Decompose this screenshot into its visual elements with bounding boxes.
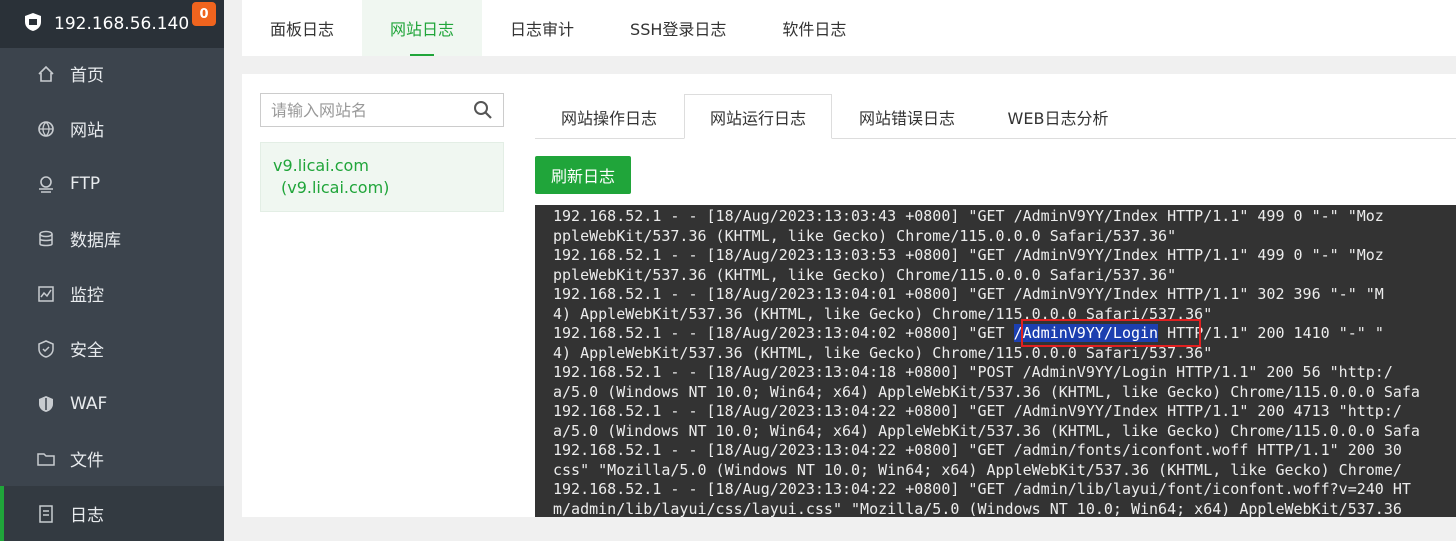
tab-ssh-login-log[interactable]: SSH登录日志 [602, 0, 754, 56]
website-log-subtabs: 网站操作日志 网站运行日志 网站错误日志 WEB日志分析 [535, 94, 1456, 139]
log-line: 192.168.52.1 - - [18/Aug/2023:13:04:22 +… [553, 480, 1411, 498]
search-icon[interactable] [473, 100, 493, 120]
waf-shield-icon [36, 394, 56, 414]
tab-software-log[interactable]: 软件日志 [754, 0, 874, 56]
log-line: 192.168.52.1 - - [18/Aug/2023:13:03:53 +… [553, 246, 1384, 264]
log-line: ppleWebKit/537.36 (KHTML, like Gecko) Ch… [553, 226, 1177, 245]
tab-web-log-analysis[interactable]: WEB日志分析 [983, 94, 1133, 139]
log-text: HTTP/1.1" 200 1410 "-" " [1158, 324, 1384, 342]
site-list-item[interactable]: v9.licai.com (v9.licai.com) [260, 142, 504, 212]
database-icon [36, 229, 56, 249]
log-line: ppleWebKit/537.36 (KHTML, like Gecko) Ch… [553, 265, 1177, 284]
tab-site-run-log[interactable]: 网站运行日志 [684, 94, 832, 139]
sidebar-item-files[interactable]: 文件 [0, 431, 224, 486]
notification-badge[interactable]: 0 [192, 2, 216, 26]
log-line: 192.168.52.1 - - [18/Aug/2023:13:04:22 +… [553, 402, 1402, 420]
sidebar-item-label: 安全 [70, 341, 104, 361]
sidebar-header: 192.168.56.140 0 [0, 0, 224, 48]
monitor-icon [36, 284, 56, 304]
sidebar-item-ftp[interactable]: FTP [0, 156, 224, 211]
log-icon [36, 504, 56, 524]
refresh-log-button[interactable]: 刷新日志 [535, 156, 631, 194]
sidebar-item-website[interactable]: 网站 [0, 101, 224, 156]
site-alias: (v9.licai.com) [281, 178, 390, 197]
highlighted-path: /AdminV9YY/Login [1013, 324, 1159, 342]
sidebar-item-label: 网站 [70, 121, 104, 141]
log-text: 192.168.52.1 - - [18/Aug/2023:13:04:02 +… [553, 324, 1014, 342]
log-line: 192.168.52.1 - - [18/Aug/2023:13:04:18 +… [553, 363, 1393, 381]
folder-icon [36, 449, 56, 469]
server-logo-icon [22, 11, 44, 37]
log-line: m/admin/lib/layui/css/layui.css" "Mozill… [553, 499, 1402, 518]
log-line: 192.168.52.1 - - [18/Aug/2023:13:04:22 +… [553, 441, 1402, 459]
sidebar-item-monitor[interactable]: 监控 [0, 266, 224, 321]
sidebar: 192.168.56.140 0 首页 网站 FTP 数据库 监控 安全 WAF… [0, 0, 224, 541]
log-line: 192.168.52.1 - - [18/Aug/2023:13:03:43 +… [553, 207, 1384, 225]
globe-icon [36, 119, 56, 139]
site-search [260, 93, 504, 127]
sidebar-item-waf[interactable]: WAF [0, 376, 224, 431]
server-host: 192.168.56.140 [54, 14, 190, 34]
sidebar-item-logs[interactable]: 日志 [0, 486, 224, 541]
log-line: css" "Mozilla/5.0 (Windows NT 10.0; Win6… [553, 460, 1402, 479]
log-line: a/5.0 (Windows NT 10.0; Win64; x64) Appl… [553, 421, 1420, 440]
log-line: 192.168.52.1 - - [18/Aug/2023:13:04:02 +… [553, 324, 1456, 344]
sidebar-item-label: 数据库 [70, 231, 121, 251]
sidebar-item-label: 文件 [70, 451, 104, 471]
log-output[interactable]: 192.168.52.1 - - [18/Aug/2023:13:03:43 +… [535, 205, 1456, 517]
sidebar-item-label: 日志 [70, 506, 104, 526]
sidebar-item-label: 监控 [70, 286, 104, 306]
sidebar-item-label: FTP [70, 173, 101, 194]
log-line: a/5.0 (Windows NT 10.0; Win64; x64) Appl… [553, 382, 1420, 401]
log-line: 4) AppleWebKit/537.36 (KHTML, like Gecko… [553, 304, 1213, 323]
tab-site-error-log[interactable]: 网站错误日志 [833, 94, 981, 139]
tab-site-operation-log[interactable]: 网站操作日志 [535, 94, 683, 139]
log-category-tabs: 面板日志 网站日志 日志审计 SSH登录日志 软件日志 [242, 0, 1456, 56]
content-panel: v9.licai.com (v9.licai.com) 网站操作日志 网站运行日… [242, 74, 1456, 517]
sidebar-item-home[interactable]: 首页 [0, 46, 224, 101]
site-name: v9.licai.com [273, 156, 369, 175]
ftp-icon [36, 174, 56, 194]
site-search-input[interactable] [261, 94, 481, 126]
tab-panel-log[interactable]: 面板日志 [242, 0, 362, 56]
tab-website-log[interactable]: 网站日志 [362, 0, 483, 56]
sidebar-item-label: 首页 [70, 66, 104, 86]
tab-log-audit[interactable]: 日志审计 [482, 0, 602, 56]
sidebar-item-security[interactable]: 安全 [0, 321, 224, 376]
log-line: 4) AppleWebKit/537.36 (KHTML, like Gecko… [553, 343, 1213, 362]
shield-icon [36, 339, 56, 359]
sidebar-item-label: WAF [70, 393, 108, 414]
home-icon [36, 64, 56, 84]
sidebar-item-database[interactable]: 数据库 [0, 211, 224, 266]
log-line: 192.168.52.1 - - [18/Aug/2023:13:04:01 +… [553, 285, 1384, 303]
